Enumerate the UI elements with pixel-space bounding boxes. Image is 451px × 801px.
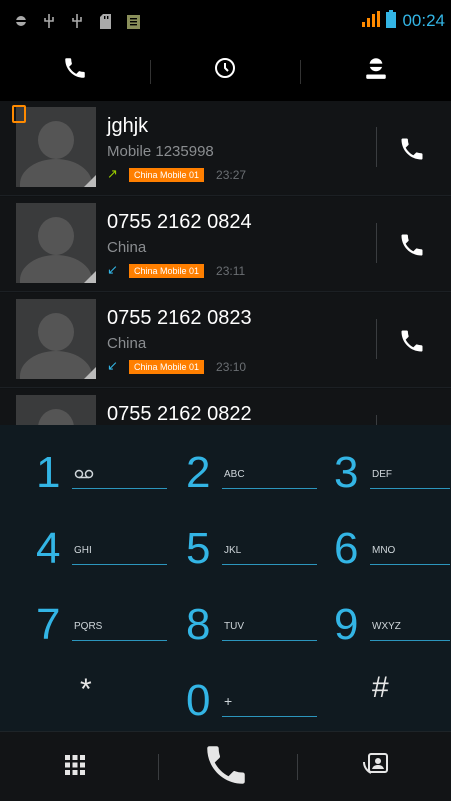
caller-detail: China — [107, 239, 147, 256]
clipboard-icon — [126, 12, 140, 30]
key-digit: 9 — [334, 600, 359, 649]
bar-divider — [158, 754, 159, 780]
dialpad-key-7[interactable]: 7 PQRS — [36, 595, 176, 665]
contact-avatar[interactable] — [16, 203, 96, 283]
row-divider — [376, 127, 377, 167]
dialpad-key-star[interactable]: * — [80, 673, 92, 707]
contacts-icon — [361, 750, 391, 784]
signal-icon — [362, 11, 381, 31]
call-log-list[interactable]: jghjk Mobile 1235998 ↗ China Mobile 01 2… — [0, 101, 451, 425]
phone-icon — [401, 330, 423, 352]
dialpad-toggle-icon — [64, 754, 86, 780]
bar-divider — [297, 754, 298, 780]
sim-label: China Mobile 01 — [129, 359, 205, 374]
dialpad-key-hash[interactable]: # — [372, 671, 389, 705]
key-digit: 8 — [186, 600, 211, 649]
dialpad-key-1[interactable]: 1 — [36, 443, 176, 513]
row-divider — [376, 319, 377, 359]
key-letters: ABC — [224, 469, 245, 480]
battery-icon — [386, 10, 397, 32]
contacts-button[interactable] — [300, 732, 451, 801]
dial-call-button[interactable] — [160, 732, 291, 801]
status-bar: 00:24 — [0, 0, 451, 42]
call-back-button[interactable] — [392, 323, 432, 359]
call-log-item[interactable]: 0755 2162 0823 China ↙ China Mobile 01 2… — [0, 293, 451, 388]
tab-bar — [0, 42, 451, 136]
call-time: 23:11 — [216, 263, 246, 278]
dialer-action-bar — [0, 731, 451, 801]
key-digit: 1 — [36, 448, 61, 497]
usb-icon — [70, 12, 84, 30]
row-divider — [376, 223, 377, 263]
call-back-button[interactable] — [392, 131, 432, 167]
android-debug-icon — [14, 12, 28, 30]
tab-phone[interactable] — [0, 42, 150, 98]
key-digit: 3 — [334, 448, 359, 497]
dialpad-key-9[interactable]: 9 WXYZ — [334, 595, 451, 665]
outgoing-call-icon: ↗ — [107, 167, 118, 182]
clock-icon — [213, 56, 237, 84]
caller-name: 0755 2162 0824 — [107, 211, 252, 233]
tab-recent-calls[interactable] — [150, 42, 300, 98]
key-digit: 7 — [36, 600, 61, 649]
incoming-call-icon: ↙ — [107, 263, 118, 278]
phone-icon — [401, 138, 423, 160]
call-log-item[interactable]: 0755 2162 0824 China ↙ China Mobile 01 2… — [0, 197, 451, 292]
sim-label: China Mobile 01 — [129, 263, 205, 278]
dialpad-key-8[interactable]: 8 TUV — [186, 595, 326, 665]
dial-call-icon — [201, 740, 251, 794]
sim-label: China Mobile 01 — [129, 167, 205, 182]
call-log-item[interactable]: 0755 2162 0822 — [0, 389, 451, 425]
dialpad: 1 2 ABC 3 DEF 4 GHI 5 JKL 6 MNO 7 PQRS 8… — [0, 425, 451, 731]
key-digit: 6 — [334, 524, 359, 573]
dialpad-key-4[interactable]: 4 GHI — [36, 519, 176, 589]
key-digit: 4 — [36, 524, 61, 573]
contact-icon — [363, 55, 389, 85]
dialpad-key-2[interactable]: 2 ABC — [186, 443, 326, 513]
contact-avatar[interactable] — [16, 107, 96, 187]
voicemail-icon — [74, 469, 94, 482]
row-divider — [376, 415, 377, 425]
call-time: 23:27 — [216, 167, 247, 182]
sim-card-icon — [12, 105, 26, 123]
contact-avatar[interactable] — [16, 299, 96, 379]
caller-name: 0755 2162 0822 — [107, 403, 252, 425]
caller-detail: Mobile 1235998 — [107, 143, 214, 160]
phone-icon — [401, 234, 423, 256]
usb-icon — [42, 12, 56, 30]
key-letters: WXYZ — [372, 621, 401, 632]
key-letters: MNO — [372, 545, 396, 556]
dialpad-key-6[interactable]: 6 MNO — [334, 519, 451, 589]
key-letters: PQRS — [74, 621, 103, 632]
key-digit: 2 — [186, 448, 211, 497]
key-letters: DEF — [372, 469, 392, 480]
key-letters: GHI — [74, 545, 92, 556]
caller-detail: China — [107, 335, 147, 352]
dialpad-toggle-button[interactable] — [0, 732, 150, 801]
incoming-call-icon: ↙ — [107, 359, 118, 374]
dialpad-key-3[interactable]: 3 DEF — [334, 443, 451, 513]
caller-name: 0755 2162 0823 — [107, 307, 252, 329]
call-log-item[interactable]: jghjk Mobile 1235998 ↗ China Mobile 01 2… — [0, 101, 451, 196]
key-digit: 5 — [186, 524, 211, 573]
key-letters: JKL — [224, 545, 242, 556]
dialpad-key-5[interactable]: 5 JKL — [186, 519, 326, 589]
call-back-button[interactable] — [392, 227, 432, 263]
sd-card-icon — [98, 12, 112, 30]
status-time: 00:24 — [402, 11, 445, 30]
tab-contacts[interactable] — [300, 42, 451, 98]
caller-name: jghjk — [107, 115, 149, 137]
contact-avatar[interactable] — [16, 395, 96, 425]
call-time: 23:10 — [216, 359, 247, 374]
key-digit: 0 — [186, 676, 211, 725]
phone-icon — [62, 55, 88, 85]
key-letters: + — [224, 693, 233, 709]
key-letters: TUV — [224, 621, 244, 632]
